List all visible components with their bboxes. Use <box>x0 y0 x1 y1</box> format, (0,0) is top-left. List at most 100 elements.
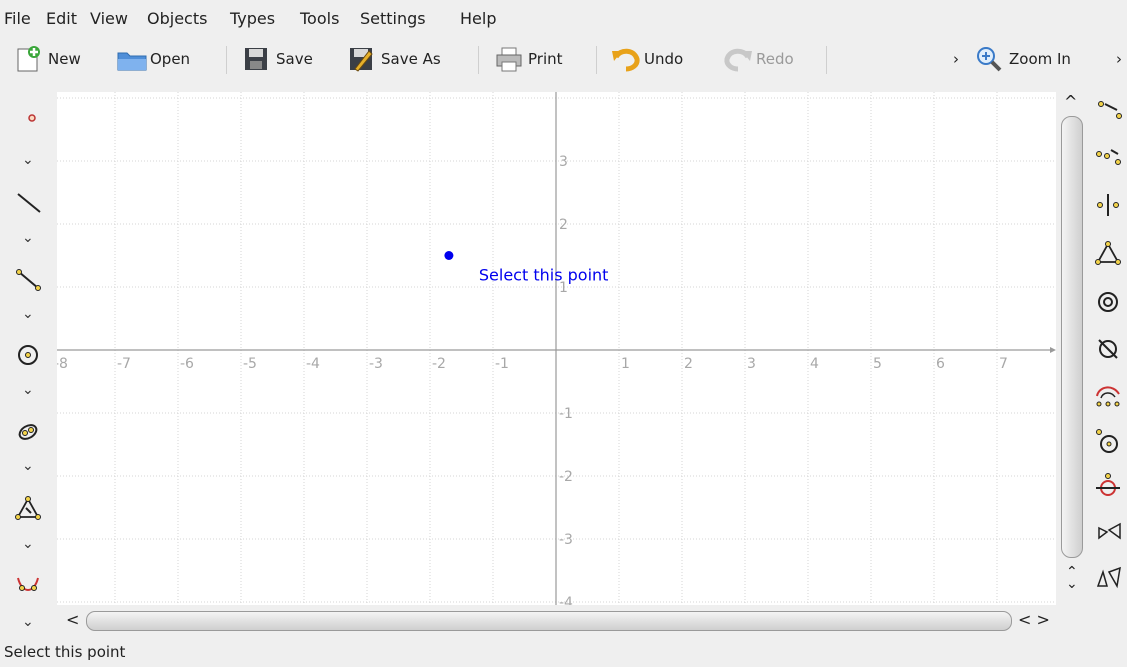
coordinate-plane: -8-7-6-5-4-3-2-11234567321-1-2-3-4Select… <box>54 92 1056 611</box>
vertical-scroll-handle[interactable] <box>1061 116 1083 558</box>
transform-tool-1[interactable] <box>1093 94 1123 124</box>
save-button[interactable]: Save <box>242 38 313 80</box>
save-as-button[interactable]: Save As <box>347 38 441 80</box>
segment-tool-icon <box>16 269 41 291</box>
redo-arrow-icon <box>722 45 752 73</box>
transform-tool-5[interactable] <box>1093 286 1123 316</box>
transform-tool-2[interactable] <box>1093 140 1123 170</box>
x-tick-label: 6 <box>936 356 945 372</box>
scroll-left-arrow[interactable]: < <box>66 610 79 629</box>
menubar: File Edit View Objects Types Tools Setti… <box>0 0 1127 36</box>
circle-tool-icon <box>18 345 38 365</box>
status-bar-text: Select this point <box>4 643 126 661</box>
line-reflection-icon <box>1097 194 1119 216</box>
transform-tool-11[interactable] <box>1093 562 1123 592</box>
x-tick-label: -2 <box>432 356 446 372</box>
y-tick-label: -1 <box>559 406 573 422</box>
line-tool-expand[interactable]: ⌄ <box>22 230 34 246</box>
floppy-disk-icon <box>242 45 270 73</box>
menu-view[interactable]: View <box>90 9 128 28</box>
vertical-scrollbar[interactable]: ^ ⌃ ⌄ <box>1060 92 1083 608</box>
x-tick-label: -1 <box>495 356 509 372</box>
menu-settings[interactable]: Settings <box>360 9 426 28</box>
menu-tools[interactable]: Tools <box>300 9 339 28</box>
x-tick-label: -4 <box>306 356 320 372</box>
scroll-updown-arrows[interactable]: ⌃ ⌄ <box>1066 565 1078 591</box>
point-reflection-icon <box>1096 149 1121 165</box>
segment-tool-button[interactable] <box>14 264 42 292</box>
y-tick-label: -2 <box>559 469 573 485</box>
curve-tool-button[interactable] <box>14 572 42 600</box>
toolbar-separator <box>226 46 227 74</box>
toolbar-overflow-left[interactable]: › <box>953 38 959 80</box>
toolbar-separator <box>478 46 479 74</box>
toolbar-separator <box>596 46 597 74</box>
open-button[interactable]: Open <box>116 38 190 80</box>
transform-tool-4[interactable] <box>1093 238 1123 268</box>
redo-button[interactable]: Redo <box>722 38 794 80</box>
transform-tool-8[interactable] <box>1093 426 1123 456</box>
zoom-in-button[interactable]: Zoom In <box>975 38 1071 80</box>
x-tick-label: -7 <box>117 356 131 372</box>
transform-tool-3[interactable] <box>1093 190 1123 220</box>
scroll-leftright-arrows[interactable]: < > <box>1018 610 1050 629</box>
horizontal-scrollbar[interactable]: < < > <box>62 608 1057 632</box>
point-tooltip-label: Select this point <box>479 266 609 285</box>
curve-tool-expand[interactable]: ⌄ <box>22 614 34 630</box>
rotation-icon <box>1095 241 1121 265</box>
transform-tool-6[interactable] <box>1093 334 1123 364</box>
point-tool-icon <box>28 114 36 122</box>
transform-tool-7[interactable] <box>1093 380 1123 410</box>
point-tool-button[interactable] <box>14 100 42 128</box>
geometry-canvas[interactable]: -8-7-6-5-4-3-2-11234567321-1-2-3-4Select… <box>54 92 1056 611</box>
menu-file[interactable]: File <box>4 9 31 28</box>
point-tool-expand[interactable]: ⌄ <box>22 152 34 168</box>
circle-tool-button[interactable] <box>14 340 42 368</box>
main-toolbar: New Open Save Save As Print Undo Redo › … <box>0 38 1127 84</box>
segment-tool-expand[interactable]: ⌄ <box>22 306 34 322</box>
line-tool-button[interactable] <box>14 188 42 216</box>
arc-icon <box>1096 386 1120 407</box>
x-axis-arrow <box>1050 347 1056 353</box>
circle-line-intersection-icon <box>1096 473 1120 496</box>
x-tick-label: -5 <box>243 356 257 372</box>
scroll-up-arrow[interactable]: ^ <box>1064 92 1077 111</box>
new-button[interactable]: New <box>14 38 81 80</box>
printer-icon <box>494 45 522 73</box>
polygon-tool-button[interactable] <box>14 494 42 522</box>
zoom-in-icon <box>975 45 1003 73</box>
toolbar-overflow-right[interactable]: › <box>1116 38 1122 80</box>
horizontal-scroll-handle[interactable] <box>86 611 1012 631</box>
undo-arrow-icon <box>610 45 640 73</box>
folder-open-icon <box>116 45 147 73</box>
circle-by-point-icon <box>1096 429 1118 453</box>
print-button[interactable]: Print <box>494 38 563 80</box>
conic-tool-expand[interactable]: ⌄ <box>22 458 34 474</box>
circle-tool-expand[interactable]: ⌄ <box>22 382 34 398</box>
x-tick-label: 1 <box>621 356 630 372</box>
spiral-icon <box>1098 292 1118 312</box>
menu-types[interactable]: Types <box>230 9 275 28</box>
homothety-icon <box>1098 522 1121 540</box>
curve-tool-icon <box>17 577 39 591</box>
undo-button[interactable]: Undo <box>610 38 683 80</box>
selected-point <box>444 251 454 260</box>
x-tick-label: -8 <box>57 356 68 372</box>
menu-edit[interactable]: Edit <box>46 9 77 28</box>
conic-tool-button[interactable] <box>14 418 42 446</box>
menu-objects[interactable]: Objects <box>147 9 207 28</box>
x-tick-label: 3 <box>747 356 756 372</box>
menu-help[interactable]: Help <box>460 9 496 28</box>
polygon-tool-expand[interactable]: ⌄ <box>22 536 34 552</box>
y-tick-label: 2 <box>559 217 568 233</box>
x-tick-label: 7 <box>999 356 1008 372</box>
conic-tool-icon <box>18 424 38 440</box>
projective-transform-icon <box>1096 566 1121 589</box>
transform-tool-9[interactable] <box>1093 470 1123 500</box>
polygon-tool-icon <box>15 496 41 520</box>
x-tick-label: -6 <box>180 356 194 372</box>
y-tick-label: -4 <box>559 595 573 605</box>
y-tick-label: 3 <box>559 154 568 170</box>
y-tick-label: -3 <box>559 532 573 548</box>
transform-tool-10[interactable] <box>1093 516 1123 546</box>
